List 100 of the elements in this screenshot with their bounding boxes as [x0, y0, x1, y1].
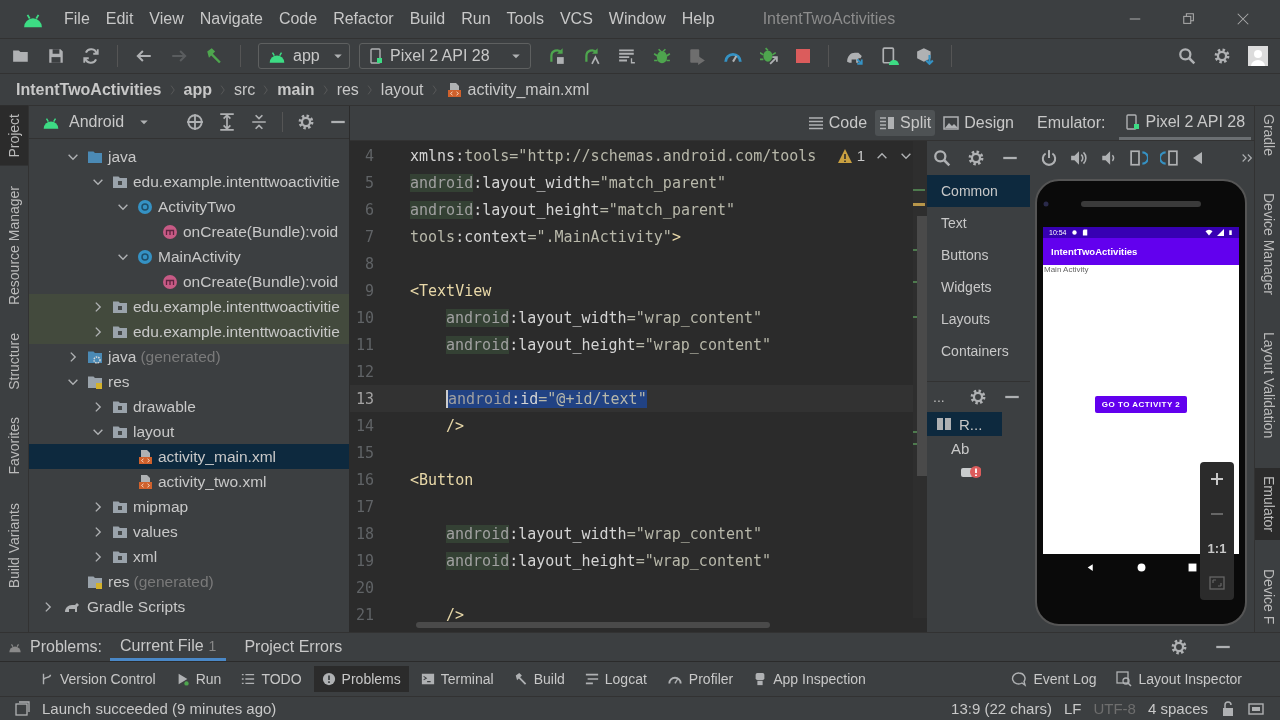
tree-item[interactable]: Gradle Scripts	[87, 597, 186, 616]
breadcrumb-item[interactable]: app	[183, 80, 212, 99]
tree-item[interactable]: mipmap	[133, 497, 189, 516]
lock-icon[interactable]	[1220, 700, 1236, 717]
tree-item[interactable]: drawable	[133, 397, 196, 416]
menu-item[interactable]: Refactor	[325, 10, 402, 28]
tool-window-button[interactable]: Event Log	[1003, 666, 1105, 693]
problems-tab[interactable]: Current File 1	[110, 633, 227, 661]
rotate-right-icon[interactable]	[1130, 149, 1148, 167]
scrollbar[interactable]	[416, 622, 770, 628]
tree-item[interactable]: MainActivity	[158, 247, 241, 266]
tree-item[interactable]: activity_two.xml	[158, 472, 267, 491]
warning-count[interactable]: 1	[856, 147, 865, 164]
folder-icon[interactable]	[12, 47, 30, 65]
breadcrumb-item[interactable]: res	[336, 80, 359, 99]
tree-item[interactable]: res	[108, 372, 130, 391]
tree-item[interactable]: xml	[133, 547, 158, 566]
status-item[interactable]: 4 spaces	[1147, 700, 1208, 718]
tool-window-tab[interactable]: Emulator	[1255, 467, 1280, 540]
tool-window-tab[interactable]: Structure	[0, 324, 28, 398]
phone-android-icon[interactable]	[881, 47, 899, 65]
breadcrumb-item[interactable]: activity_main.xml	[467, 80, 590, 99]
tool-window-button[interactable]: App Inspection	[745, 666, 874, 693]
palette-category[interactable]: Layouts	[927, 303, 1030, 335]
settings-icon[interactable]	[1170, 638, 1188, 656]
status-item[interactable]: 13:9 (22 chars)	[951, 700, 1052, 718]
tool-window-button[interactable]: Problems	[313, 666, 409, 693]
tool-window-tab[interactable]: Resource Manager	[0, 177, 28, 313]
save-icon[interactable]	[47, 47, 65, 65]
menu-item[interactable]: Build	[401, 10, 454, 28]
collapse-all-icon[interactable]	[250, 113, 269, 131]
breadcrumb-item[interactable]: layout	[380, 80, 424, 99]
breadcrumb-item[interactable]: src	[233, 80, 256, 99]
zoom-actual-size[interactable]: 1:1	[1207, 540, 1227, 556]
view-mode-tab[interactable]: Code	[803, 110, 872, 136]
settings-icon[interactable]	[969, 388, 987, 406]
breadcrumb-item[interactable]: IntentTwoActivities	[16, 80, 162, 99]
tool-window-tab[interactable]: Layout Validation	[1255, 324, 1280, 447]
volume-up-icon[interactable]	[1070, 149, 1088, 167]
breadcrumb-item[interactable]: main	[277, 80, 315, 99]
component-tree-item[interactable]: R...	[927, 412, 1002, 436]
rotate-left-icon[interactable]	[1160, 149, 1178, 167]
tool-window-button[interactable]: Logcat	[576, 666, 655, 693]
apply-code-icon[interactable]	[583, 47, 601, 65]
scrollbar[interactable]	[917, 216, 927, 476]
tree-item[interactable]: res	[108, 572, 130, 591]
tool-window-tab[interactable]: Gradle	[1255, 106, 1280, 165]
restore-icon[interactable]	[1182, 12, 1196, 26]
menu-item[interactable]: View	[141, 10, 192, 28]
settings-icon[interactable]	[967, 149, 985, 167]
tool-window-button[interactable]: Terminal	[412, 666, 502, 693]
tree-item[interactable]: java	[108, 147, 137, 166]
menu-item[interactable]: Help	[673, 10, 723, 28]
menu-item[interactable]: Code	[270, 10, 326, 28]
tool-window-tab[interactable]: Device F	[1255, 560, 1280, 632]
menu-item[interactable]: File	[56, 10, 98, 28]
menu-item[interactable]: VCS	[551, 10, 601, 28]
settings-icon[interactable]	[297, 113, 316, 131]
bug-icon[interactable]	[653, 47, 671, 65]
view-mode-tab[interactable]: Split	[875, 110, 936, 136]
problems-tab[interactable]: Project Errors	[234, 633, 353, 661]
close-icon[interactable]	[1236, 12, 1250, 26]
palette-category[interactable]: Common	[927, 175, 1030, 207]
menu-item[interactable]: Window	[600, 10, 674, 28]
crosshair-icon[interactable]	[186, 113, 205, 131]
search-icon[interactable]	[1178, 47, 1196, 65]
tool-window-tab[interactable]: Favorites	[0, 409, 28, 484]
tool-window-button[interactable]: Version Control	[32, 666, 164, 693]
tree-item[interactable]: layout	[133, 422, 175, 441]
tree-item[interactable]: java	[108, 347, 137, 366]
tool-window-button[interactable]: TODO	[233, 666, 310, 693]
box-download-icon[interactable]	[916, 47, 934, 65]
palette-category[interactable]: Containers	[927, 335, 1030, 367]
memory-icon[interactable]	[1248, 700, 1264, 717]
zoom-in-icon[interactable]	[1209, 471, 1225, 488]
menu-item[interactable]: Tools	[498, 10, 552, 28]
tool-window-tab[interactable]: Build Variants	[0, 495, 28, 597]
palette-category[interactable]: Buttons	[927, 239, 1030, 271]
status-item[interactable]: LF	[1063, 700, 1082, 718]
tool-window-button[interactable]: Profiler	[658, 666, 742, 693]
rerun-icon[interactable]	[548, 47, 566, 65]
recents-icon[interactable]	[1187, 562, 1197, 572]
menu-item[interactable]: Run	[453, 10, 499, 28]
back-icon[interactable]	[1085, 562, 1095, 572]
tree-item[interactable]: ActivityTwo	[158, 197, 236, 216]
activity-button[interactable]: GO TO ACTIVITY 2	[1094, 396, 1188, 413]
lines-icon[interactable]	[618, 47, 636, 65]
tree-item[interactable]: edu.example.intenttwoactivitie	[133, 172, 340, 191]
tree-item[interactable]: onCreate(Bundle):void	[183, 272, 339, 291]
tree-item[interactable]: onCreate(Bundle):void	[183, 222, 339, 241]
tool-window-tab[interactable]: Project	[0, 106, 28, 166]
hammer-icon[interactable]	[205, 47, 223, 65]
view-mode-tab[interactable]: Design	[939, 110, 1018, 136]
sync-icon[interactable]	[82, 47, 100, 65]
run-config-dropdown[interactable]: app	[258, 43, 350, 69]
power-icon[interactable]	[1040, 149, 1058, 167]
palette-category[interactable]: Widgets	[927, 271, 1030, 303]
palette-category[interactable]: Text	[927, 207, 1030, 239]
home-icon[interactable]	[1136, 562, 1146, 572]
menu-item[interactable]: Navigate	[191, 10, 271, 28]
